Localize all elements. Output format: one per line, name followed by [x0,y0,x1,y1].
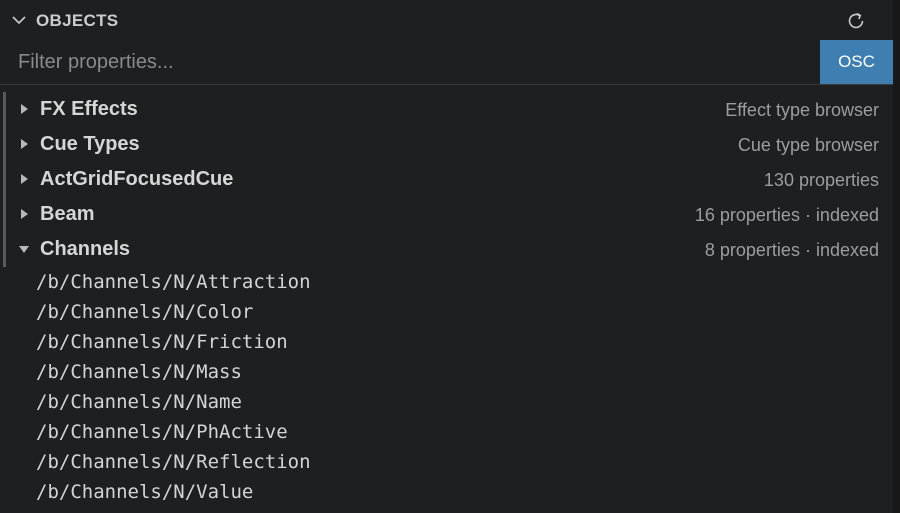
triangle-down-icon[interactable] [18,243,30,255]
tree-row-cue-types[interactable]: Cue Types Cue type browser [0,127,893,162]
objects-panel: OBJECTS OSC FX Effects Effect type brows… [0,0,894,513]
tree-row-actgridfocusedcue[interactable]: ActGridFocusedCue 130 properties [0,162,893,197]
triangle-right-icon[interactable] [18,208,30,220]
tree-rail [3,162,6,197]
property-item[interactable]: /b/Channels/N/Value [0,477,893,507]
property-item[interactable]: /b/Channels/N/Mass [0,357,893,387]
property-item[interactable]: /b/Channels/N/Attraction [0,267,893,297]
panel-header[interactable]: OBJECTS [0,0,893,40]
triangle-right-icon[interactable] [18,103,30,115]
triangle-right-icon[interactable] [18,173,30,185]
chevron-down-icon[interactable] [10,11,28,29]
property-path: /b/Channels/N/Value [36,481,254,503]
property-path: /b/Channels/N/Reflection [36,451,311,473]
property-path: /b/Channels/N/Name [36,391,242,413]
property-path: /b/Channels/N/Friction [36,331,288,353]
tree-row-beam[interactable]: Beam 16 properties · indexed [0,197,893,232]
tree-rail [3,127,6,162]
tree-row-label: ActGridFocusedCue [40,168,234,190]
property-item[interactable]: /b/Channels/N/Name [0,387,893,417]
tree-row-description: Cue type browser [737,135,879,155]
property-item[interactable]: /b/Channels/N/PhActive [0,417,893,447]
tree-row-label: Beam [40,203,95,225]
tree-row-label: FX Effects [40,98,138,120]
osc-button[interactable]: OSC [820,40,893,84]
filter-row: OSC [0,40,893,84]
property-item[interactable]: /b/Channels/N/Color [0,297,893,327]
property-path: /b/Channels/N/Mass [36,361,242,383]
tree-row-fx-effects[interactable]: FX Effects Effect type browser [0,92,893,127]
panel-title: OBJECTS [36,11,119,30]
tree-row-description: 16 properties · indexed [694,205,879,225]
property-path: /b/Channels/N/Attraction [36,271,311,293]
property-path: /b/Channels/N/PhActive [36,421,288,443]
divider [0,84,893,85]
tree-row-description: 8 properties · indexed [704,240,879,260]
tree-row-description: 130 properties [763,170,879,190]
property-path: /b/Channels/N/Color [36,301,254,323]
tree-rail [3,92,6,127]
property-item[interactable]: /b/Channels/N/Friction [0,327,893,357]
tree-row-label: Cue Types [40,133,140,155]
tree-row-label: Channels [40,238,131,260]
tree-rail [3,197,6,232]
tree-row-channels[interactable]: Channels 8 properties · indexed [0,232,893,267]
object-tree: FX Effects Effect type browser Cue Types… [0,92,893,507]
tree-row-description: Effect type browser [725,100,879,120]
tree-rail [3,232,6,267]
refresh-icon[interactable] [844,9,868,33]
property-item[interactable]: /b/Channels/N/Reflection [0,447,893,477]
panel-edge [893,0,900,513]
triangle-right-icon[interactable] [18,138,30,150]
filter-input[interactable] [4,40,820,84]
